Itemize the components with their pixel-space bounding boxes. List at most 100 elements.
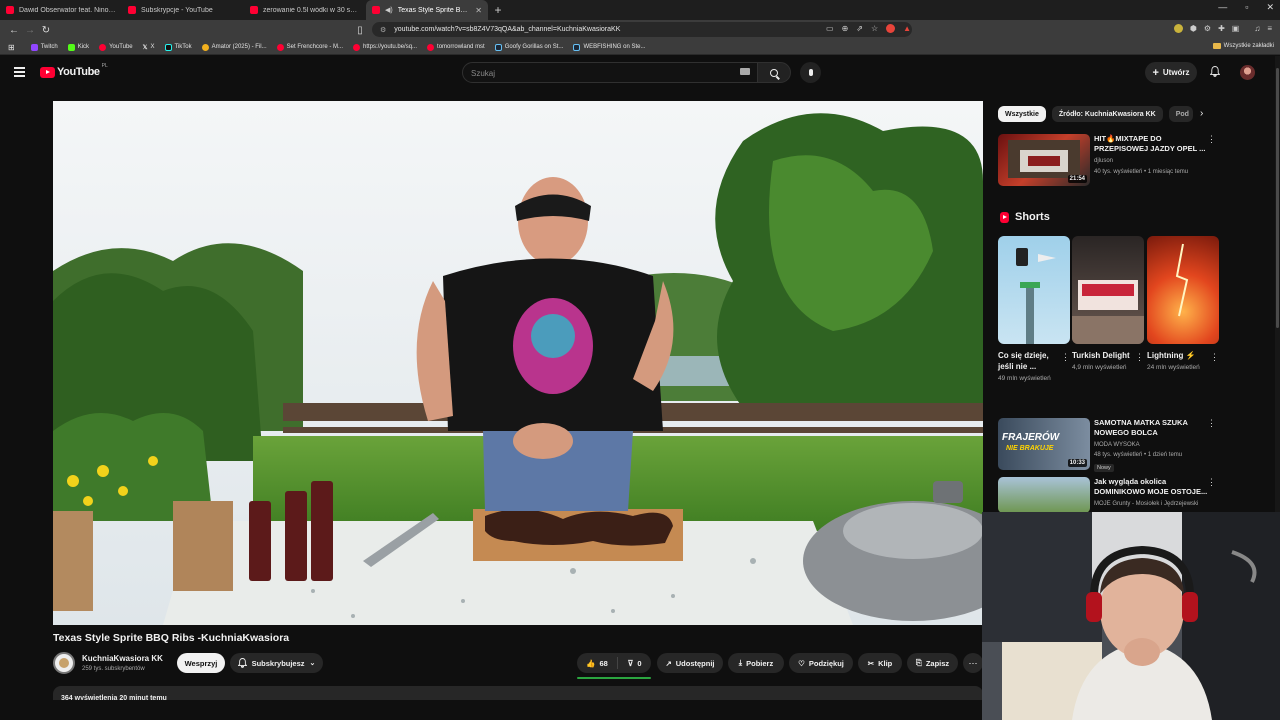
back-icon[interactable]: ← bbox=[6, 25, 22, 36]
bookmark-star-icon[interactable]: ▯ bbox=[352, 25, 368, 36]
youtube-header: YouTube PL Szukaj + Utwórz bbox=[0, 56, 1280, 90]
join-button[interactable]: Wesprzyj bbox=[177, 653, 225, 673]
channel-name[interactable]: KuchniaKwasiora KK bbox=[82, 654, 163, 663]
thanks-button[interactable]: ♡ Podziękuj bbox=[789, 653, 853, 673]
new-tab-button[interactable]: + bbox=[488, 3, 508, 17]
star-icon[interactable]: ☆ bbox=[871, 24, 878, 33]
short-item[interactable]: Co się dzieje, jeśli nie ... 49 mln wyśw… bbox=[998, 236, 1070, 384]
save-button[interactable]: ⎘ Zapisz bbox=[907, 653, 958, 673]
rec-channel[interactable]: MODA WYSOKA bbox=[1094, 442, 1140, 448]
more-options-icon[interactable]: ⋮ bbox=[1061, 352, 1070, 363]
menu-icon[interactable]: ≡ bbox=[1267, 24, 1272, 33]
chip-from-channel[interactable]: Źródło: KuchniaKwasiora KK bbox=[1051, 106, 1163, 122]
dislike-button[interactable]: ⊽ 0 bbox=[618, 659, 651, 668]
video-player[interactable] bbox=[53, 101, 983, 625]
bookmark-item[interactable]: Set Frenchcore - M... bbox=[276, 43, 343, 51]
brave-rewards-icon[interactable]: ▲ bbox=[903, 24, 911, 33]
bookmark-item[interactable]: Kick bbox=[67, 43, 89, 51]
extension-icon[interactable] bbox=[1173, 24, 1183, 33]
more-options-icon[interactable]: ⋮ bbox=[1207, 418, 1216, 429]
rec-channel[interactable]: MOJE Grunty - Mosiołek i Jędrzejewski bbox=[1094, 501, 1198, 507]
download-button[interactable]: ⤓ Pobierz bbox=[728, 653, 784, 673]
clip-button[interactable]: ✂ Klip bbox=[858, 653, 902, 673]
cast-icon[interactable]: ▭ bbox=[826, 24, 834, 33]
reload-icon[interactable]: ↻ bbox=[38, 25, 54, 36]
site-info-icon[interactable]: ⚙ bbox=[380, 26, 386, 34]
search-button[interactable] bbox=[757, 62, 791, 83]
short-thumbnail[interactable] bbox=[1072, 236, 1144, 344]
minimize-icon[interactable]: — bbox=[1218, 2, 1227, 13]
voice-search-button[interactable] bbox=[800, 62, 821, 83]
new-badge: Nowy bbox=[1094, 464, 1114, 472]
video-thumbnail[interactable] bbox=[998, 477, 1090, 513]
keyboard-icon[interactable] bbox=[740, 68, 750, 75]
like-button[interactable]: 👍 68 bbox=[577, 657, 618, 669]
short-item[interactable]: Lightning ⚡ 24 mln wyświetleń ⋮ bbox=[1147, 236, 1219, 373]
rec-title[interactable]: Jak wygląda okolica DOMINIKOWO MOJE OSTO… bbox=[1094, 477, 1212, 497]
extension-icon[interactable]: ⬢ bbox=[1190, 24, 1197, 33]
recommended-video[interactable]: FRAJERÓW NIE BRAKUJE 10:33 SAMOTNA MATKA… bbox=[998, 418, 1222, 474]
browser-tab[interactable]: Subskrypcje - YouTube bbox=[122, 0, 244, 20]
video-thumbnail[interactable]: 21:54 bbox=[998, 134, 1090, 186]
x-icon: 𝕏 bbox=[142, 44, 148, 51]
more-options-icon[interactable]: ⋮ bbox=[1207, 134, 1216, 145]
maximize-icon[interactable]: ▫ bbox=[1245, 2, 1248, 13]
notifications-bell-icon[interactable] bbox=[1210, 66, 1220, 77]
browser-tab-active[interactable]: ◀) Texas Style Sprite BBQ Ribs - ✕ bbox=[366, 0, 488, 20]
share-button[interactable]: ↗ Udostępnij bbox=[657, 653, 723, 673]
short-thumbnail[interactable] bbox=[998, 236, 1070, 344]
more-options-icon[interactable]: ⋮ bbox=[1135, 352, 1144, 363]
short-title[interactable]: Turkish Delight bbox=[1072, 350, 1130, 361]
webcam-image bbox=[982, 512, 1280, 720]
close-tab-icon[interactable]: ✕ bbox=[475, 6, 482, 15]
more-options-icon[interactable]: ⋮ bbox=[1207, 477, 1216, 488]
puzzle-icon[interactable]: ✚ bbox=[1218, 24, 1225, 33]
media-icon[interactable]: ♫ bbox=[1254, 24, 1260, 33]
chip-related[interactable]: Pod bbox=[1168, 106, 1193, 122]
more-actions-button[interactable]: ⋯ bbox=[963, 653, 983, 673]
close-window-icon[interactable]: ✕ bbox=[1266, 2, 1274, 13]
bookmark-item[interactable]: Goofy Gorillas on St... bbox=[494, 43, 563, 51]
bookmark-item[interactable]: TikTok bbox=[164, 43, 192, 51]
youtube-favicon-icon bbox=[128, 6, 136, 14]
forward-icon[interactable]: → bbox=[22, 25, 38, 36]
rec-title[interactable]: HIT🔥MIXTAPE DO PRZEPISOWEJ JAZDY OPEL ..… bbox=[1094, 134, 1212, 154]
recommended-video[interactable]: 21:54 HIT🔥MIXTAPE DO PRZEPISOWEJ JAZDY O… bbox=[998, 134, 1222, 188]
bookmark-item[interactable]: WEBFISHING on Ste... bbox=[573, 43, 645, 51]
rec-channel[interactable]: djluson bbox=[1094, 158, 1113, 164]
bookmark-item[interactable]: https://youtu.be/sq... bbox=[353, 43, 417, 51]
extension-icon[interactable]: ⚙ bbox=[1204, 24, 1211, 33]
short-title[interactable]: Co się dzieje, jeśli nie ... bbox=[998, 350, 1056, 372]
search-input[interactable]: Szukaj bbox=[462, 62, 758, 83]
account-avatar[interactable] bbox=[1240, 65, 1255, 80]
bookmark-item[interactable]: tomorrowland mst bbox=[427, 43, 485, 51]
bookmark-item[interactable]: YouTube bbox=[99, 43, 133, 51]
subscribe-button[interactable]: Subskrybujesz ⌄ bbox=[230, 653, 323, 673]
chip-all[interactable]: Wszystkie bbox=[998, 106, 1046, 122]
tab-title: Dawid Obserwator feat. NinoOficjaln bbox=[19, 6, 116, 14]
share-icon[interactable]: ⇗ bbox=[856, 24, 863, 33]
channel-avatar[interactable] bbox=[53, 652, 75, 674]
like-ratio-bar bbox=[577, 677, 651, 679]
youtube-logo[interactable]: YouTube PL bbox=[40, 63, 108, 78]
apps-icon[interactable]: ⊞ bbox=[8, 43, 15, 52]
browser-tab[interactable]: zerowanie 0.5l wódki w 30 sekund - bbox=[244, 0, 366, 20]
hamburger-menu-icon[interactable] bbox=[14, 67, 25, 79]
create-button[interactable]: + Utwórz bbox=[1145, 62, 1197, 83]
short-title[interactable]: Lightning ⚡ bbox=[1147, 350, 1205, 361]
more-options-icon[interactable]: ⋮ bbox=[1210, 352, 1219, 363]
short-item[interactable]: Turkish Delight 4,9 mln wyświetleń ⋮ bbox=[1072, 236, 1144, 373]
browser-tab[interactable]: Dawid Obserwator feat. NinoOficjaln bbox=[0, 0, 122, 20]
bookmark-item[interactable]: 𝕏X bbox=[143, 44, 155, 51]
zoom-icon[interactable]: ⊕ bbox=[842, 24, 849, 33]
video-thumbnail[interactable]: FRAJERÓW NIE BRAKUJE 10:33 bbox=[998, 418, 1090, 470]
chevron-right-icon[interactable]: › bbox=[1200, 108, 1203, 119]
rec-title[interactable]: SAMOTNA MATKA SZUKA NOWEGO BOLCA bbox=[1094, 418, 1212, 438]
all-bookmarks[interactable]: Wszystkie zakładki bbox=[1212, 43, 1274, 49]
recommended-video[interactable]: Jak wygląda okolica DOMINIKOWO MOJE OSTO… bbox=[998, 477, 1222, 513]
bookmark-item[interactable]: Amator (2025) - Fil... bbox=[201, 43, 267, 51]
bookmark-item[interactable]: Twitch bbox=[30, 43, 58, 51]
short-thumbnail[interactable] bbox=[1147, 236, 1219, 344]
sidebar-icon[interactable]: ▣ bbox=[1232, 24, 1240, 33]
brave-shield-icon[interactable] bbox=[886, 24, 896, 33]
